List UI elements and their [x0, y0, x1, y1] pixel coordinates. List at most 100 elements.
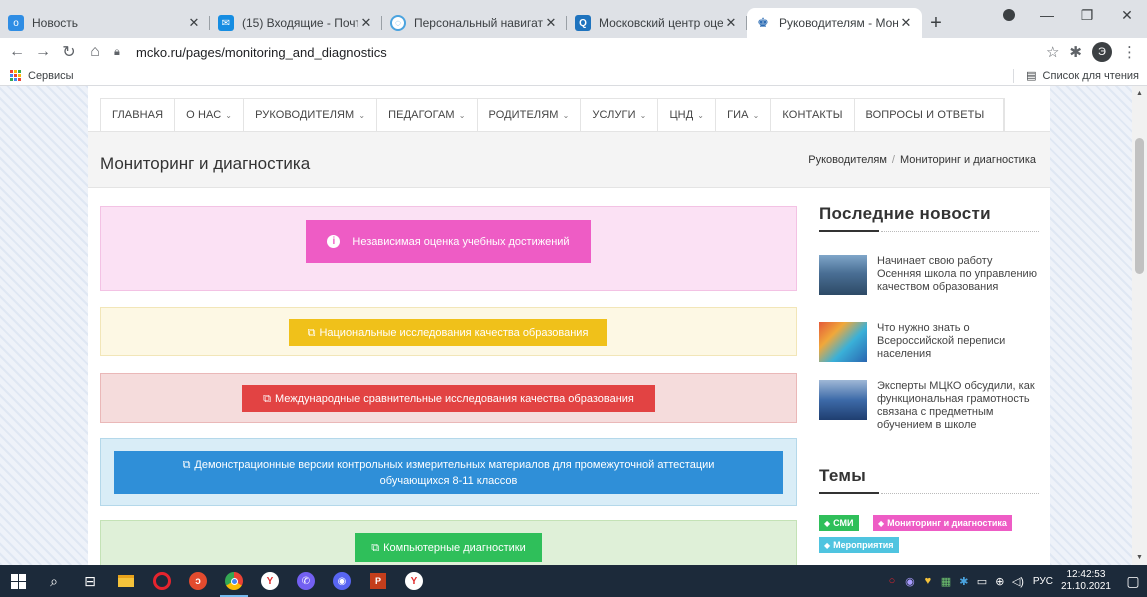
tab-3[interactable]: Q Московский центр оценки к ✕	[567, 8, 747, 38]
computer-diagnostics-button[interactable]: ⧉ Компьютерные диагностики	[355, 533, 542, 562]
yandex-icon-2[interactable]: Y	[396, 565, 432, 597]
nav-item-teachers[interactable]: ПЕДАГОГАМ ⌄	[377, 99, 478, 131]
nav-item-services[interactable]: УСЛУГИ ⌄	[581, 99, 659, 131]
yandex-tray-icon[interactable]: ♥	[920, 573, 936, 589]
topics-heading-wrap: Темы	[819, 466, 1039, 494]
breadcrumb-parent-link[interactable]: Руководителям	[808, 154, 887, 166]
address-bar[interactable]: 🔒︎ mcko.ru/pages/monitoring_and_diagnost…	[114, 40, 1040, 64]
page-scrollbar[interactable]: ▲ ▼	[1132, 86, 1147, 565]
tab-close-icon[interactable]: ✕	[543, 15, 559, 31]
viber-tray-icon[interactable]: ◉	[902, 573, 918, 589]
bookmarks-divider	[1013, 68, 1015, 83]
discord-icon[interactable]: ◉	[324, 565, 360, 597]
opera-tray-icon[interactable]: ○	[884, 573, 900, 589]
system-tray: ○ ◉ ♥ ▦ ✱ ▭ ⊕ ◁) РУС 12:42:53 21.10.2021…	[883, 565, 1147, 597]
apps-shortcut[interactable]: Сервисы	[0, 69, 74, 82]
menu-kebab-icon[interactable]: ⋮	[1122, 43, 1137, 61]
profile-avatar[interactable]: Э	[1092, 42, 1112, 62]
battery-icon[interactable]: ▭	[974, 573, 990, 589]
international-research-button[interactable]: ⧉ Международные сравнительные исследован…	[242, 385, 655, 412]
taskbar-clock[interactable]: 12:42:53 21.10.2021	[1061, 569, 1111, 593]
file-explorer-icon[interactable]	[108, 565, 144, 597]
nav-label: ПЕДАГОГАМ	[388, 109, 455, 121]
scroll-down-arrow-icon[interactable]: ▼	[1132, 554, 1147, 561]
yandex-circle: Y	[261, 572, 279, 590]
reading-list-label: Список для чтения	[1042, 69, 1139, 82]
reading-list[interactable]: ▤ Список для чтения	[1013, 68, 1139, 83]
bluetooth-icon[interactable]: ✱	[956, 573, 972, 589]
tag-events[interactable]: ◆ Мероприятия	[819, 537, 899, 553]
chevron-down-icon: ⌄	[358, 110, 366, 120]
tab-1[interactable]: ✉ (15) Входящие - Почта Mail.ru ✕	[210, 8, 382, 38]
volume-icon[interactable]: ◁)	[1010, 573, 1026, 589]
demo-versions-button[interactable]: ⧉ Демонстрационные версии контрольных изм…	[114, 451, 783, 494]
tab-close-icon[interactable]: ✕	[898, 15, 914, 31]
forward-arrow-icon[interactable]: →	[30, 43, 56, 61]
nav-item-faq[interactable]: ВОПРОСЫ И ОТВЕТЫ	[855, 99, 1004, 131]
tab-close-icon[interactable]: ✕	[186, 15, 202, 31]
news-item[interactable]: Эксперты МЦКО обсудили, как функциональн…	[819, 380, 1037, 432]
chevron-down-icon: ⌄	[225, 110, 233, 120]
windows-start-icon[interactable]	[0, 565, 36, 597]
independent-assessment-button[interactable]: i Независимая оценка учебных достижений	[306, 220, 591, 263]
back-arrow-icon[interactable]: ←	[4, 43, 30, 61]
window-controls: — ❐ ✕	[1027, 0, 1147, 30]
bookmark-star-icon[interactable]: ☆	[1046, 43, 1059, 61]
button-label: Международные сравнительные исследования…	[274, 392, 634, 405]
national-research-button[interactable]: ⧉ Национальные исследования качества обр…	[289, 319, 607, 346]
viber-icon[interactable]: ✆	[288, 565, 324, 597]
nav-label: РОДИТЕЛЯМ	[488, 109, 559, 121]
tag-label: Мероприятия	[833, 540, 894, 550]
tag-monitoring[interactable]: ◆ Мониторинг и диагностика	[873, 515, 1012, 531]
news-title[interactable]: Что нужно знать о Всероссийской переписи…	[877, 322, 1037, 362]
scroll-up-arrow-icon[interactable]: ▲	[1132, 90, 1147, 97]
tab-close-icon[interactable]: ✕	[358, 15, 374, 31]
input-language[interactable]: РУС	[1033, 576, 1053, 587]
minimize-button[interactable]: —	[1027, 7, 1067, 23]
tag-icon: ◆	[824, 540, 831, 550]
powerpoint-icon[interactable]: P	[360, 565, 396, 597]
tab-close-icon[interactable]: ✕	[723, 15, 739, 31]
button-label-line1-wrap: ⧉ Демонстрационные версии контрольных изм…	[183, 457, 715, 473]
home-icon[interactable]: ⌂	[82, 43, 108, 61]
reload-icon[interactable]: ↻	[56, 42, 82, 62]
news-title[interactable]: Начинает свою работу Осенняя школа по уп…	[877, 255, 1037, 295]
task-view-icon[interactable]: ⊟	[72, 565, 108, 597]
nav-item-about[interactable]: О НАС ⌄	[175, 99, 245, 131]
button-label-line1: Демонстрационные версии контрольных изме…	[194, 458, 715, 471]
nav-item-cnd[interactable]: ЦНД ⌄	[658, 99, 717, 131]
opera-icon[interactable]	[144, 565, 180, 597]
news-thumbnail	[819, 322, 867, 362]
tab-search-icon[interactable]	[1003, 9, 1015, 21]
app-tray-icon[interactable]: ▦	[938, 573, 954, 589]
network-globe-icon[interactable]: ⊕	[992, 573, 1008, 589]
new-tab-button[interactable]: +	[922, 8, 950, 38]
tab-0[interactable]: o Новость ✕	[0, 8, 210, 38]
extensions-puzzle-icon[interactable]: ✱	[1069, 43, 1082, 61]
tab-title: Новость	[32, 16, 79, 30]
nav-item-home[interactable]: ГЛАВНАЯ	[101, 99, 176, 131]
scrollbar-thumb[interactable]	[1135, 138, 1144, 274]
yandex-alice-icon[interactable]: ↄ	[180, 565, 216, 597]
nav-item-managers[interactable]: РУКОВОДИТЕЛЯМ ⌄	[244, 99, 378, 131]
nav-item-contacts[interactable]: КОНТАКТЫ	[771, 99, 855, 131]
nav-label: ГЛАВНАЯ	[112, 109, 164, 121]
tab-2[interactable]: ◌ Персональный навигатор по ✕	[382, 8, 567, 38]
search-icon[interactable]: ⌕	[36, 565, 72, 597]
maximize-button[interactable]: ❐	[1067, 7, 1107, 24]
yandex-browser-icon[interactable]: Y	[252, 565, 288, 597]
nav-label: ВОПРОСЫ И ОТВЕТЫ	[865, 109, 985, 121]
opera-circle	[153, 572, 171, 590]
notification-icon[interactable]: ▢	[1119, 573, 1147, 590]
news-item[interactable]: Начинает свою работу Осенняя школа по уп…	[819, 255, 1037, 295]
close-window-button[interactable]: ✕	[1107, 7, 1147, 24]
news-title[interactable]: Эксперты МЦКО обсудили, как функциональн…	[877, 380, 1037, 432]
button-label: Независимая оценка учебных достижений	[352, 235, 570, 248]
tab-4-active[interactable]: ♚ Руководителям - Мониторинг ✕	[747, 8, 922, 38]
tag-smi[interactable]: ◆ СМИ	[819, 515, 859, 531]
nav-item-gia[interactable]: ГИА ⌄	[716, 99, 772, 131]
news-item[interactable]: Что нужно знать о Всероссийской переписи…	[819, 322, 1037, 362]
external-link-icon: ⧉	[263, 392, 271, 405]
nav-item-parents[interactable]: РОДИТЕЛЯМ ⌄	[478, 99, 582, 131]
chrome-icon[interactable]	[216, 565, 252, 597]
